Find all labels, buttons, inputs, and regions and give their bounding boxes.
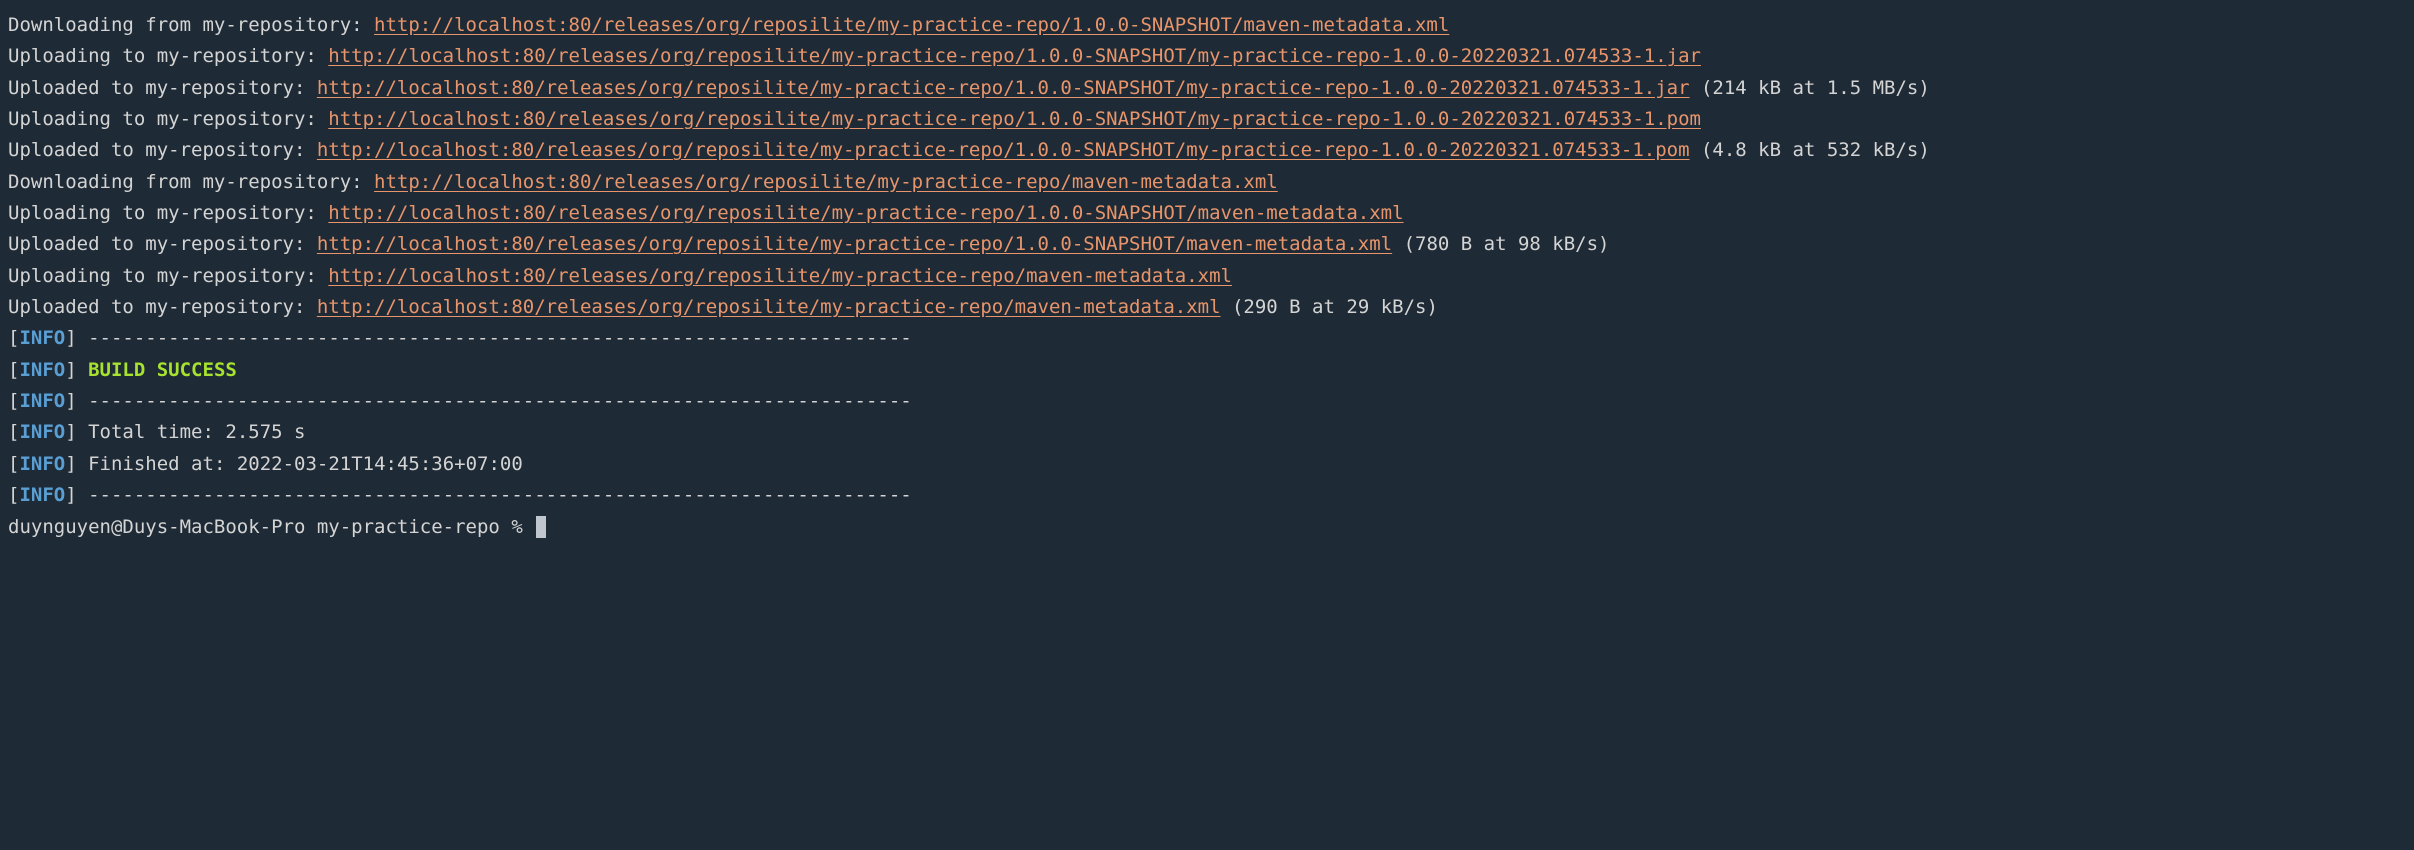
log-url[interactable]: http://localhost:80/releases/org/reposil… [328,45,1701,67]
log-level-info: INFO [19,327,65,349]
log-url[interactable]: http://localhost:80/releases/org/reposil… [374,14,1449,36]
info-divider-line: [INFO] ---------------------------------… [8,323,2406,354]
log-url[interactable]: http://localhost:80/releases/org/reposil… [328,265,1232,287]
bracket-close: ] [65,484,88,506]
log-line: Uploaded to my-repository: http://localh… [8,73,2406,104]
log-line: Uploading to my-repository: http://local… [8,198,2406,229]
terminal-output[interactable]: Downloading from my-repository: http://l… [8,10,2406,543]
log-level-info: INFO [19,484,65,506]
log-line: Uploading to my-repository: http://local… [8,261,2406,292]
log-url[interactable]: http://localhost:80/releases/org/reposil… [317,77,1690,99]
log-line: Uploaded to my-repository: http://localh… [8,135,2406,166]
build-success-text: BUILD SUCCESS [88,359,237,381]
log-prefix: Uploaded to my-repository: [8,77,317,99]
log-url[interactable]: http://localhost:80/releases/org/reposil… [317,233,1392,255]
log-prefix: Downloading from my-repository: [8,171,374,193]
log-url[interactable]: http://localhost:80/releases/org/reposil… [328,202,1403,224]
bracket-close: ] [65,453,88,475]
log-level-info: INFO [19,359,65,381]
info-divider-line: [INFO] ---------------------------------… [8,386,2406,417]
log-line: Uploading to my-repository: http://local… [8,104,2406,135]
divider: ----------------------------------------… [88,327,912,349]
log-url[interactable]: http://localhost:80/releases/org/reposil… [374,171,1278,193]
bracket-close: ] [65,421,88,443]
log-prefix: Downloading from my-repository: [8,14,374,36]
log-line: Uploading to my-repository: http://local… [8,41,2406,72]
log-suffix: (780 B at 98 kB/s) [1392,233,1609,255]
log-prefix: Uploaded to my-repository: [8,296,317,318]
finished-at-line: [INFO] Finished at: 2022-03-21T14:45:36+… [8,449,2406,480]
log-line: Downloading from my-repository: http://l… [8,167,2406,198]
log-line: Downloading from my-repository: http://l… [8,10,2406,41]
log-prefix: Uploading to my-repository: [8,45,328,67]
log-prefix: Uploading to my-repository: [8,202,328,224]
bracket-close: ] [65,390,88,412]
log-level-info: INFO [19,453,65,475]
log-prefix: Uploaded to my-repository: [8,233,317,255]
bracket-open: [ [8,359,19,381]
bracket-open: [ [8,390,19,412]
bracket-open: [ [8,453,19,475]
log-level-info: INFO [19,390,65,412]
log-url[interactable]: http://localhost:80/releases/org/reposil… [328,108,1701,130]
finished-at-value: 2022-03-21T14:45:36+07:00 [237,453,523,475]
build-success-line: [INFO] BUILD SUCCESS [8,355,2406,386]
bracket-close: ] [65,327,88,349]
log-suffix: (4.8 kB at 532 kB/s) [1690,139,1930,161]
total-time-value: 2.575 s [225,421,305,443]
bracket-close: ] [65,359,88,381]
log-line: Uploaded to my-repository: http://localh… [8,229,2406,260]
log-prefix: Uploaded to my-repository: [8,139,317,161]
total-time-label: Total time: [88,421,225,443]
log-url[interactable]: http://localhost:80/releases/org/reposil… [317,139,1690,161]
log-url[interactable]: http://localhost:80/releases/org/reposil… [317,296,1221,318]
log-prefix: Uploading to my-repository: [8,108,328,130]
shell-prompt: duynguyen@Duys-MacBook-Pro my-practice-r… [8,516,534,538]
divider: ----------------------------------------… [88,484,912,506]
log-line: Uploaded to my-repository: http://localh… [8,292,2406,323]
finished-at-label: Finished at: [88,453,237,475]
prompt-line: duynguyen@Duys-MacBook-Pro my-practice-r… [8,512,2406,543]
divider: ----------------------------------------… [88,390,912,412]
bracket-open: [ [8,327,19,349]
bracket-open: [ [8,421,19,443]
cursor[interactable] [536,516,546,538]
total-time-line: [INFO] Total time: 2.575 s [8,417,2406,448]
log-suffix: (214 kB at 1.5 MB/s) [1690,77,1930,99]
log-prefix: Uploading to my-repository: [8,265,328,287]
log-suffix: (290 B at 29 kB/s) [1221,296,1438,318]
bracket-open: [ [8,484,19,506]
info-divider-line: [INFO] ---------------------------------… [8,480,2406,511]
log-level-info: INFO [19,421,65,443]
